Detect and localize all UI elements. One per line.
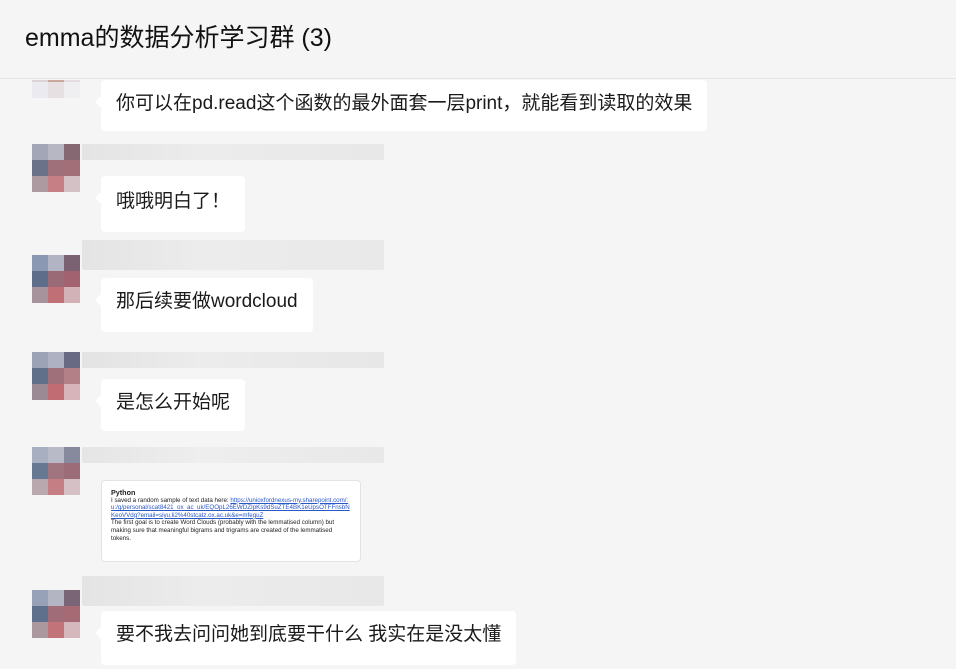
sender-name-blurred [82,352,384,368]
message-text: 你可以在pd.read这个函数的最外面套一层print，就能看到读取的效果 [116,93,693,114]
message-text: 要不我去问问她到底要干什么 我实在是没太懂 [116,624,502,645]
image-body: The first goal is to create Word Clouds … [111,519,335,542]
message-text: 是怎么开始呢 [116,392,231,413]
avatar[interactable] [32,80,80,98]
message-text: 那后续要做wordcloud [116,291,298,312]
chat-title[interactable]: emma的数据分析学习群 (3) [25,18,332,54]
avatar[interactable] [32,144,80,192]
sender-name-blurred [82,447,384,463]
message-text: 哦哦明白了！ [116,191,231,212]
message-thread[interactable]: 你可以在pd.read这个函数的最外面套一层print，就能看到读取的效果 哦哦… [0,80,956,669]
avatar[interactable] [32,352,80,400]
image-line: I saved a random sample of text data her… [111,496,350,519]
message-bubble[interactable]: 哦哦明白了！ [94,176,246,232]
message-bubble[interactable]: 是怎么开始呢 [94,379,246,431]
message-bubble[interactable]: 那后续要做wordcloud [95,278,313,332]
avatar[interactable] [32,590,80,638]
image-message[interactable]: Python I saved a random sample of text d… [101,480,361,562]
sender-name-blurred [82,240,384,270]
sender-name-blurred [82,576,384,606]
chat-header: emma的数据分析学习群 (3) [0,0,956,79]
message-bubble[interactable]: 要不我去问问她到底要干什么 我实在是没太懂 [94,611,517,665]
avatar[interactable] [32,447,80,495]
image-heading: Python [111,488,136,497]
sender-name-blurred [82,144,384,160]
avatar[interactable] [32,255,80,303]
message-bubble[interactable]: 你可以在pd.read这个函数的最外面套一层print，就能看到读取的效果 [94,80,708,131]
